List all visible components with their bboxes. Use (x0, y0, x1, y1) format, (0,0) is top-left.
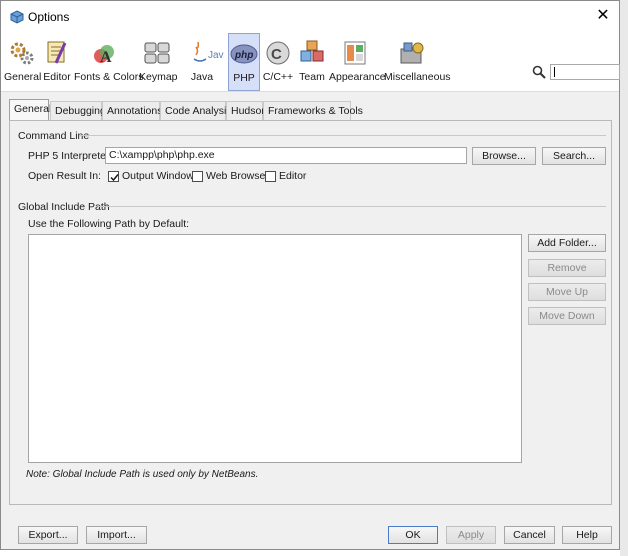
search-input[interactable] (550, 64, 620, 80)
php-icon: php (230, 44, 258, 64)
category-label: Appearance (329, 71, 386, 83)
ok-button[interactable]: OK (388, 526, 438, 544)
search-interpreter-button[interactable]: Search... (542, 147, 606, 165)
tab-annotations[interactable]: Annotations (102, 101, 162, 120)
tab-debugging[interactable]: Debugging (50, 101, 106, 120)
import-button[interactable]: Import... (86, 526, 147, 544)
export-button[interactable]: Export... (18, 526, 78, 544)
editor-label: Editor (279, 170, 307, 182)
keymap-icon (144, 42, 170, 64)
category-label: Miscellaneous (384, 71, 451, 83)
browse-button[interactable]: Browse... (472, 147, 536, 165)
interpreter-path-field[interactable]: C:\xampp\php\php.exe (105, 147, 467, 164)
category-label: C/C++ (262, 71, 294, 83)
category-general[interactable]: General (4, 33, 42, 91)
category-label: Team (299, 71, 325, 83)
include-path-list[interactable] (28, 234, 522, 463)
move-up-button[interactable]: Move Up (528, 283, 606, 301)
web-browser-label: Web Browser (206, 170, 269, 182)
java-icon: Java (193, 41, 224, 62)
command-line-section-label: Command Line (18, 130, 90, 142)
category-team[interactable]: Team (297, 33, 327, 91)
category-miscellaneous[interactable]: Miscellaneous (384, 33, 451, 91)
category-label: General (4, 71, 42, 83)
category-label: Fonts & Colors (74, 71, 144, 83)
svg-text:php: php (234, 50, 253, 61)
netbeans-cube-icon (10, 10, 24, 24)
category-label: Java (190, 71, 214, 83)
editor-icon (47, 41, 67, 64)
general-gears-icon (10, 42, 34, 65)
category-toolbar: General Editor A Fonts & Colors Keymap J… (1, 33, 620, 92)
close-button[interactable]: ✕ (593, 6, 613, 26)
category-appearance[interactable]: Appearance (329, 33, 386, 91)
category-label: Keymap (139, 71, 178, 83)
tab-code-analysis[interactable]: Code Analysis (160, 101, 232, 120)
tab-hudson[interactable]: Hudson (226, 101, 267, 120)
add-folder-button[interactable]: Add Folder... (528, 234, 606, 252)
include-path-section-label: Global Include Path (18, 201, 110, 213)
tab-general[interactable]: General (9, 99, 51, 120)
editor-checkbox[interactable] (265, 171, 276, 182)
help-button[interactable]: Help (562, 526, 612, 544)
move-down-button[interactable]: Move Down (528, 307, 606, 325)
category-label: Editor (43, 71, 71, 83)
svg-text:C: C (271, 46, 282, 63)
appearance-icon (344, 41, 366, 65)
default-path-label: Use the Following Path by Default: (28, 218, 190, 230)
output-window-checkbox[interactable] (108, 171, 119, 182)
category-keymap[interactable]: Keymap (139, 33, 178, 91)
text-caret (554, 67, 555, 77)
window-title: Options (28, 10, 70, 24)
category-editor[interactable]: Editor (42, 33, 72, 91)
section-divider (79, 135, 606, 136)
options-dialog: Options ✕ General Editor A Fonts & Color… (0, 0, 620, 550)
cancel-button[interactable]: Cancel (504, 526, 555, 544)
include-path-note: Note: Global Include Path is used only b… (26, 469, 259, 480)
title-bar: Options ✕ (1, 1, 619, 33)
category-cpp[interactable]: C C/C++ (262, 33, 294, 91)
search-icon (532, 65, 546, 79)
remove-button[interactable]: Remove (528, 259, 606, 277)
interpreter-label: PHP 5 Interpreter: (28, 150, 113, 162)
category-fonts-colors[interactable]: A Fonts & Colors (74, 33, 144, 91)
svg-text:Java: Java (208, 50, 224, 61)
background-window-edge (620, 0, 628, 556)
cpp-icon: C (266, 41, 290, 65)
category-label: PHP (233, 72, 255, 84)
section-divider (98, 206, 606, 207)
apply-button[interactable]: Apply (446, 526, 496, 544)
checkmark-icon (110, 174, 119, 182)
category-php[interactable]: php PHP (228, 33, 260, 91)
team-icon (300, 40, 324, 62)
miscellaneous-icon (400, 42, 424, 64)
open-result-label: Open Result In: (28, 170, 101, 182)
svg-text:A: A (100, 49, 112, 66)
web-browser-checkbox[interactable] (192, 171, 203, 182)
output-window-label: Output Window (122, 170, 194, 182)
tab-frameworks-tools[interactable]: Frameworks & Tools (263, 101, 363, 120)
fonts-colors-icon: A (94, 45, 114, 66)
category-java[interactable]: Java Java (179, 33, 225, 91)
